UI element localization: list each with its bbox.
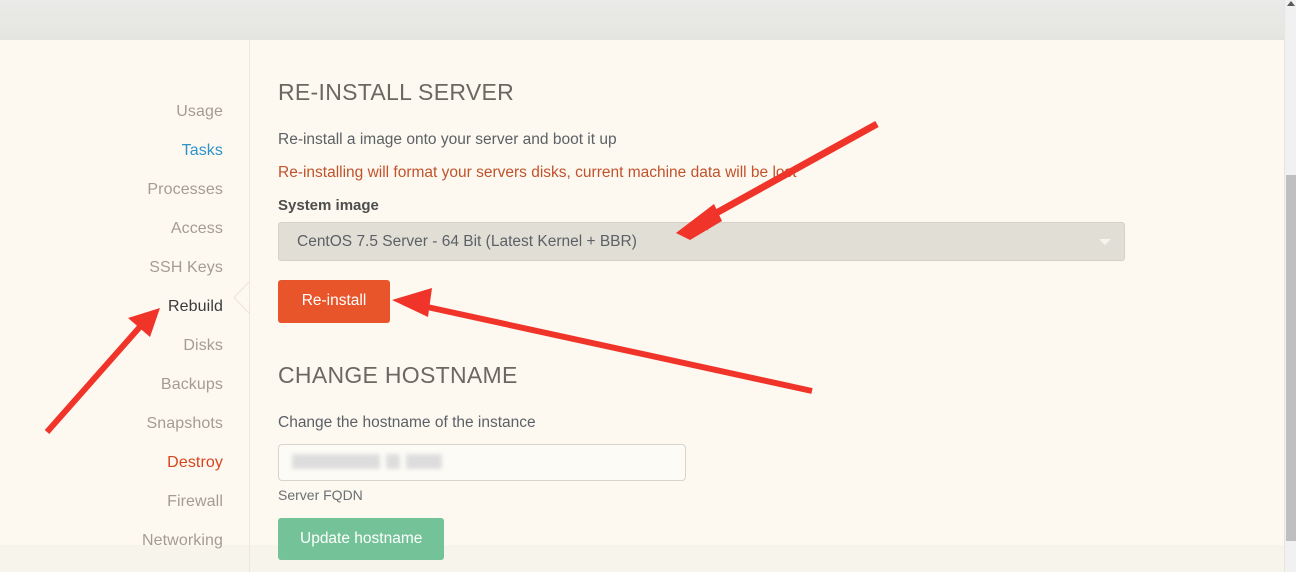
hostname-input-holder	[278, 433, 686, 481]
browser-chrome-band	[0, 0, 1284, 40]
page-root: Usage Tasks Processes Access SSH Keys Re…	[0, 0, 1296, 572]
settings-sidebar: Usage Tasks Processes Access SSH Keys Re…	[0, 40, 249, 572]
sidebar-item-networking[interactable]: Networking	[0, 521, 249, 560]
sidebar-item-access[interactable]: Access	[0, 209, 249, 248]
redaction-block	[386, 453, 400, 469]
sidebar-item-rebuild[interactable]: Rebuild	[0, 287, 249, 326]
scrollbar-thumb[interactable]	[1286, 175, 1296, 541]
hostname-description: Change the hostname of the instance	[278, 413, 536, 431]
sidebar-item-billing[interactable]: Billing	[0, 560, 249, 572]
scroll-up-arrow-icon[interactable]	[1287, 1, 1295, 6]
sidebar-item-disks[interactable]: Disks	[0, 326, 249, 365]
system-image-select-wrap: CentOS 7.5 Server - 64 Bit (Latest Kerne…	[278, 222, 1125, 261]
reinstall-warning-text: Re-installing will format your servers d…	[278, 164, 797, 181]
update-hostname-button[interactable]: Update hostname	[278, 517, 445, 560]
sidebar-item-firewall[interactable]: Firewall	[0, 482, 249, 521]
hostname-hint: Server FQDN	[278, 486, 363, 503]
sidebar-item-ssh-keys[interactable]: SSH Keys	[0, 248, 249, 287]
main-content: RE-INSTALL SERVER Re-install a image ont…	[250, 40, 1284, 572]
page-scrollbar[interactable]	[1284, 0, 1296, 572]
hostname-section-title: CHANGE HOSTNAME	[278, 361, 518, 388]
chrome-gradient	[0, 0, 1284, 40]
reinstall-section-title: RE-INSTALL SERVER	[278, 79, 515, 105]
reinstall-button[interactable]: Re-install	[278, 280, 390, 323]
redaction-block	[292, 453, 380, 469]
sidebar-item-backups[interactable]: Backups	[0, 365, 249, 404]
sidebar-item-processes[interactable]: Processes	[0, 170, 249, 209]
redaction-block	[406, 453, 442, 469]
sidebar-item-snapshots[interactable]: Snapshots	[0, 404, 249, 443]
system-image-label: System image	[278, 197, 379, 214]
reinstall-description: Re-install a image onto your server and …	[278, 131, 617, 148]
sidebar-item-usage[interactable]: Usage	[0, 92, 249, 131]
sidebar-item-tasks[interactable]: Tasks	[0, 131, 249, 170]
system-image-select[interactable]: CentOS 7.5 Server - 64 Bit (Latest Kerne…	[278, 222, 1125, 261]
sidebar-item-destroy[interactable]: Destroy	[0, 443, 249, 482]
